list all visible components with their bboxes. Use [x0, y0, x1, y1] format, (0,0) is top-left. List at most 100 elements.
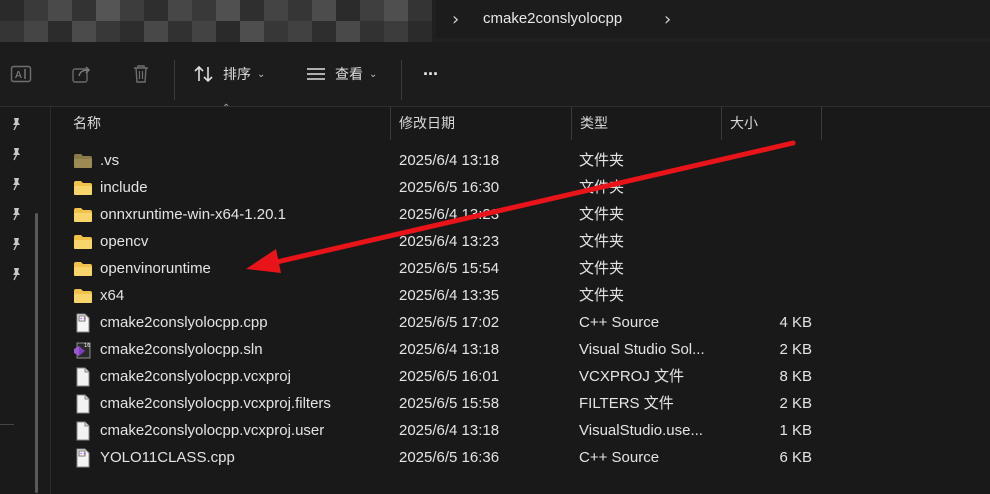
- file-row[interactable]: cmake2conslyolocpp.vcxproj.user 2025/6/4 …: [51, 417, 990, 444]
- file-type: C++ Source: [579, 314, 660, 331]
- column-header-row: ⌃ 名称 修改日期 类型 大小: [51, 103, 990, 140]
- delete-icon: [134, 65, 148, 83]
- title-bar: › cmake2conslyolocpp ›: [0, 0, 990, 42]
- file-date-modified: 2025/6/4 13:18: [399, 341, 500, 358]
- folder-icon: [73, 232, 93, 252]
- file-name: x64: [100, 287, 125, 304]
- breadcrumb-current-folder[interactable]: cmake2conslyolocpp: [483, 10, 622, 27]
- share-button[interactable]: [71, 42, 93, 106]
- file-name: cmake2conslyolocpp.vcxproj: [100, 368, 291, 385]
- command-bar: A 排序 ⌄ 查看 ⌄ ···: [0, 42, 990, 107]
- column-header-date[interactable]: 修改日期: [390, 107, 571, 140]
- breadcrumb-separator[interactable]: ›: [452, 9, 459, 30]
- file-row[interactable]: x64 2025/6/4 13:35 文件夹: [51, 282, 990, 309]
- file-size: [751, 228, 812, 255]
- view-button[interactable]: 查看 ⌄: [305, 42, 377, 106]
- blurred-area: [0, 0, 432, 42]
- delete-button[interactable]: [130, 42, 152, 106]
- folder-icon: [73, 151, 93, 171]
- file-size: 1 KB: [779, 422, 812, 439]
- file-row[interactable]: ++ cmake2conslyolocpp.cpp 2025/6/5 17:02 C+…: [51, 309, 990, 336]
- file-type: 文件夹: [579, 206, 625, 223]
- file-date-modified: 2025/6/4 13:35: [399, 287, 500, 304]
- file-size: [751, 201, 812, 228]
- file-size: 6 KB: [779, 449, 812, 466]
- file-size: 8 KB: [779, 368, 812, 385]
- file-name: .vs: [100, 152, 120, 169]
- cpp-file-icon: ++: [73, 448, 93, 468]
- sort-button[interactable]: 排序 ⌄: [193, 42, 265, 106]
- file-type: 文件夹: [579, 260, 625, 277]
- file-date-modified: 2025/6/4 13:23: [399, 233, 500, 250]
- file-row[interactable]: ++ YOLO11CLASS.cpp 2025/6/5 16:36 C++ Sourc…: [51, 444, 990, 471]
- file-name: cmake2conslyolocpp.cpp: [100, 314, 268, 331]
- file-date-modified: 2025/6/5 15:58: [399, 395, 500, 412]
- file-size: [751, 282, 812, 309]
- file-date-modified: 2025/6/4 13:18: [399, 422, 500, 439]
- file-size: 2 KB: [779, 341, 812, 358]
- file-icon: [73, 394, 93, 414]
- pin-icon[interactable]: [9, 237, 23, 251]
- svg-text:++: ++: [79, 316, 86, 321]
- file-row[interactable]: onnxruntime-win-x64-1.20.1 2025/6/4 13:23…: [51, 201, 990, 228]
- file-name: opencv: [100, 233, 149, 250]
- file-type: 文件夹: [579, 179, 625, 196]
- file-type: C++ Source: [579, 449, 660, 466]
- file-name: include: [100, 179, 148, 196]
- file-row[interactable]: openvinoruntime 2025/6/5 15:54 文件夹: [51, 255, 990, 282]
- file-name: openvinoruntime: [100, 260, 211, 277]
- rename-button[interactable]: A: [10, 42, 32, 106]
- file-date-modified: 2025/6/5 16:01: [399, 368, 500, 385]
- file-type: 文件夹: [579, 287, 625, 304]
- file-row[interactable]: cmake2conslyolocpp.vcxproj.filters 2025/6…: [51, 390, 990, 417]
- file-row[interactable]: opencv 2025/6/4 13:23 文件夹: [51, 228, 990, 255]
- folder-icon: [73, 259, 93, 279]
- share-icon: [72, 66, 91, 83]
- file-date-modified: 2025/6/5 15:54: [399, 260, 500, 277]
- sort-icon: [194, 65, 213, 83]
- file-type: VisualStudio.use...: [579, 422, 703, 439]
- file-icon: [73, 421, 93, 441]
- more-button[interactable]: ···: [423, 42, 439, 106]
- toolbar-divider: [174, 60, 175, 100]
- file-row[interactable]: 16 cmake2conslyolocpp.sln 2025/6/4 13:18 Vi…: [51, 336, 990, 363]
- toolbar-divider: [401, 60, 402, 100]
- file-row[interactable]: include 2025/6/5 16:30 文件夹: [51, 174, 990, 201]
- file-icon: [73, 367, 93, 387]
- pin-icon[interactable]: [9, 267, 23, 281]
- sort-label: 排序: [223, 66, 251, 82]
- file-size: [751, 147, 812, 174]
- chevron-down-icon: ⌄: [257, 68, 266, 80]
- breadcrumb-expand-chevron[interactable]: ›: [664, 9, 671, 30]
- pin-icon[interactable]: [9, 207, 23, 221]
- pin-icon[interactable]: [9, 117, 23, 131]
- navigation-pane: [0, 107, 51, 494]
- file-name: YOLO11CLASS.cpp: [100, 449, 235, 466]
- sidebar-scrollbar[interactable]: [35, 213, 38, 493]
- folder-icon: [73, 286, 93, 306]
- pin-icon[interactable]: [9, 177, 23, 191]
- file-date-modified: 2025/6/5 17:02: [399, 314, 500, 331]
- folder-icon: [73, 205, 93, 225]
- file-size: 2 KB: [779, 395, 812, 412]
- pin-icon[interactable]: [9, 147, 23, 161]
- file-row[interactable]: .vs 2025/6/4 13:18 文件夹: [51, 147, 990, 174]
- address-bar[interactable]: › cmake2conslyolocpp ›: [436, 0, 990, 38]
- file-size: [751, 174, 812, 201]
- file-name: cmake2conslyolocpp.sln: [100, 341, 263, 358]
- column-header-type[interactable]: 类型: [571, 107, 721, 140]
- file-date-modified: 2025/6/5 16:30: [399, 179, 500, 196]
- file-name: onnxruntime-win-x64-1.20.1: [100, 206, 286, 223]
- file-date-modified: 2025/6/4 13:23: [399, 206, 500, 223]
- file-type: 文件夹: [579, 233, 625, 250]
- file-name: cmake2conslyolocpp.vcxproj.user: [100, 422, 325, 439]
- svg-text:++: ++: [79, 451, 86, 456]
- column-header-name[interactable]: 名称: [65, 107, 390, 140]
- file-date-modified: 2025/6/5 16:36: [399, 449, 500, 466]
- file-type: Visual Studio Sol...: [579, 341, 705, 358]
- column-header-size[interactable]: 大小: [721, 107, 822, 140]
- file-name: cmake2conslyolocpp.vcxproj.filters: [100, 395, 331, 412]
- file-size: 4 KB: [779, 314, 812, 331]
- view-icon: [307, 68, 325, 80]
- file-row[interactable]: cmake2conslyolocpp.vcxproj 2025/6/5 16:01…: [51, 363, 990, 390]
